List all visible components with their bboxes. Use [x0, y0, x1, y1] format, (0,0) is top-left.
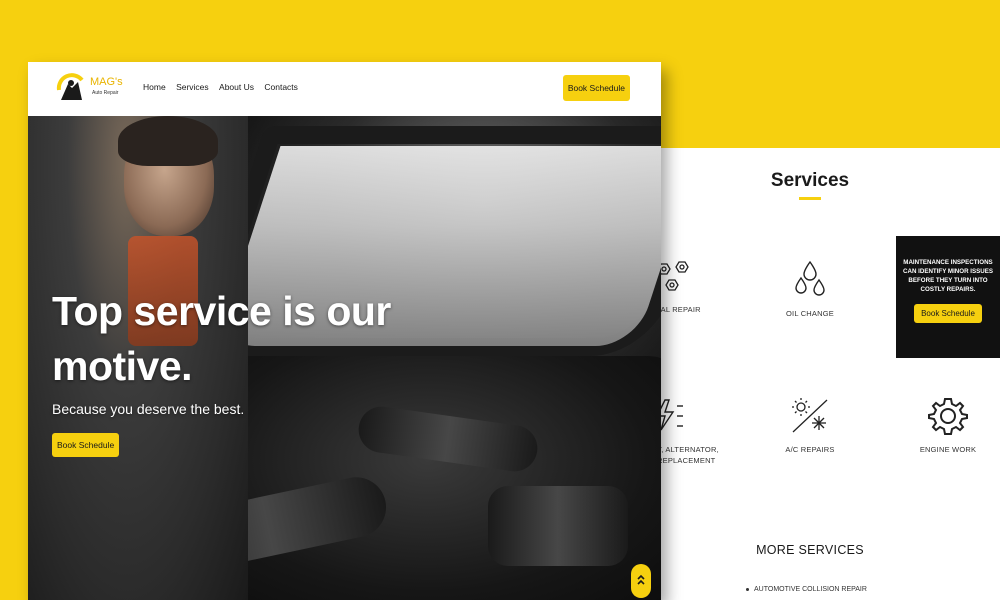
hero-photo-hair — [118, 116, 218, 166]
service-label-line1: Y, ALTERNATOR, — [657, 445, 719, 454]
promo-book-schedule-button[interactable]: Book Schedule — [914, 304, 982, 323]
more-service-label: AUTOMOTIVE COLLISION REPAIR — [754, 586, 867, 593]
service-label: RAL REPAIR — [655, 305, 701, 314]
brand-subtitle: Auto Repair — [92, 90, 119, 96]
top-navbar: MAG's Auto Repair Home Services About Us… — [28, 62, 661, 116]
more-services-list-item[interactable]: AUTOMOTIVE COLLISION REPAIR — [746, 586, 867, 593]
hero-title: Top service is our motive. — [52, 284, 391, 394]
brand-name: MAG's — [90, 76, 123, 88]
nav-link-home[interactable]: Home — [143, 82, 166, 92]
nav-link-contacts[interactable]: Contacts — [264, 82, 298, 92]
hero-title-line2: motive. — [52, 343, 193, 389]
hero-title-line1: Top service is our — [52, 288, 391, 334]
service-label: ENGINE WORK — [919, 445, 977, 454]
service-label: OIL CHANGE — [786, 309, 834, 318]
promo-text: MAINTENANCE INSPECTIONS CAN IDENTIFY MIN… — [903, 259, 993, 293]
maintenance-promo: MAINTENANCE INSPECTIONS CAN IDENTIFY MIN… — [896, 236, 1000, 358]
service-item-oil-change[interactable]: OIL CHANGE — [740, 260, 880, 319]
heading-underline — [799, 197, 821, 200]
nav-book-schedule-button[interactable]: Book Schedule — [562, 75, 630, 101]
mechanic-logo-icon[interactable] — [56, 72, 88, 102]
hero-photo-battery — [488, 486, 628, 566]
oil-drops-icon — [795, 260, 825, 296]
scroll-to-top-button[interactable] — [631, 564, 651, 598]
bullet — [746, 587, 749, 591]
service-label: A/C REPAIRS — [785, 445, 835, 454]
hero-book-schedule-button[interactable]: Book Schedule — [52, 433, 120, 457]
home-page-preview: MAG's Auto Repair Home Services About Us… — [28, 62, 661, 600]
double-chevron-up-icon — [637, 574, 645, 585]
gear-icon — [928, 398, 968, 435]
service-label-line2: REPLACEMENT — [657, 456, 716, 465]
sun-snowflake-icon — [792, 398, 828, 433]
main-nav: Home Services About Us Contacts — [143, 82, 306, 92]
hero-subtitle: Because you deserve the best. — [52, 401, 245, 417]
hero-section: Top service is our motive. Because you d… — [28, 116, 661, 600]
nav-link-about-us[interactable]: About Us — [219, 82, 254, 92]
nav-link-services[interactable]: Services — [176, 82, 209, 92]
service-item-engine-work[interactable]: ENGINE WORK — [878, 396, 1000, 455]
service-item-ac-repairs[interactable]: A/C REPAIRS — [740, 396, 880, 455]
